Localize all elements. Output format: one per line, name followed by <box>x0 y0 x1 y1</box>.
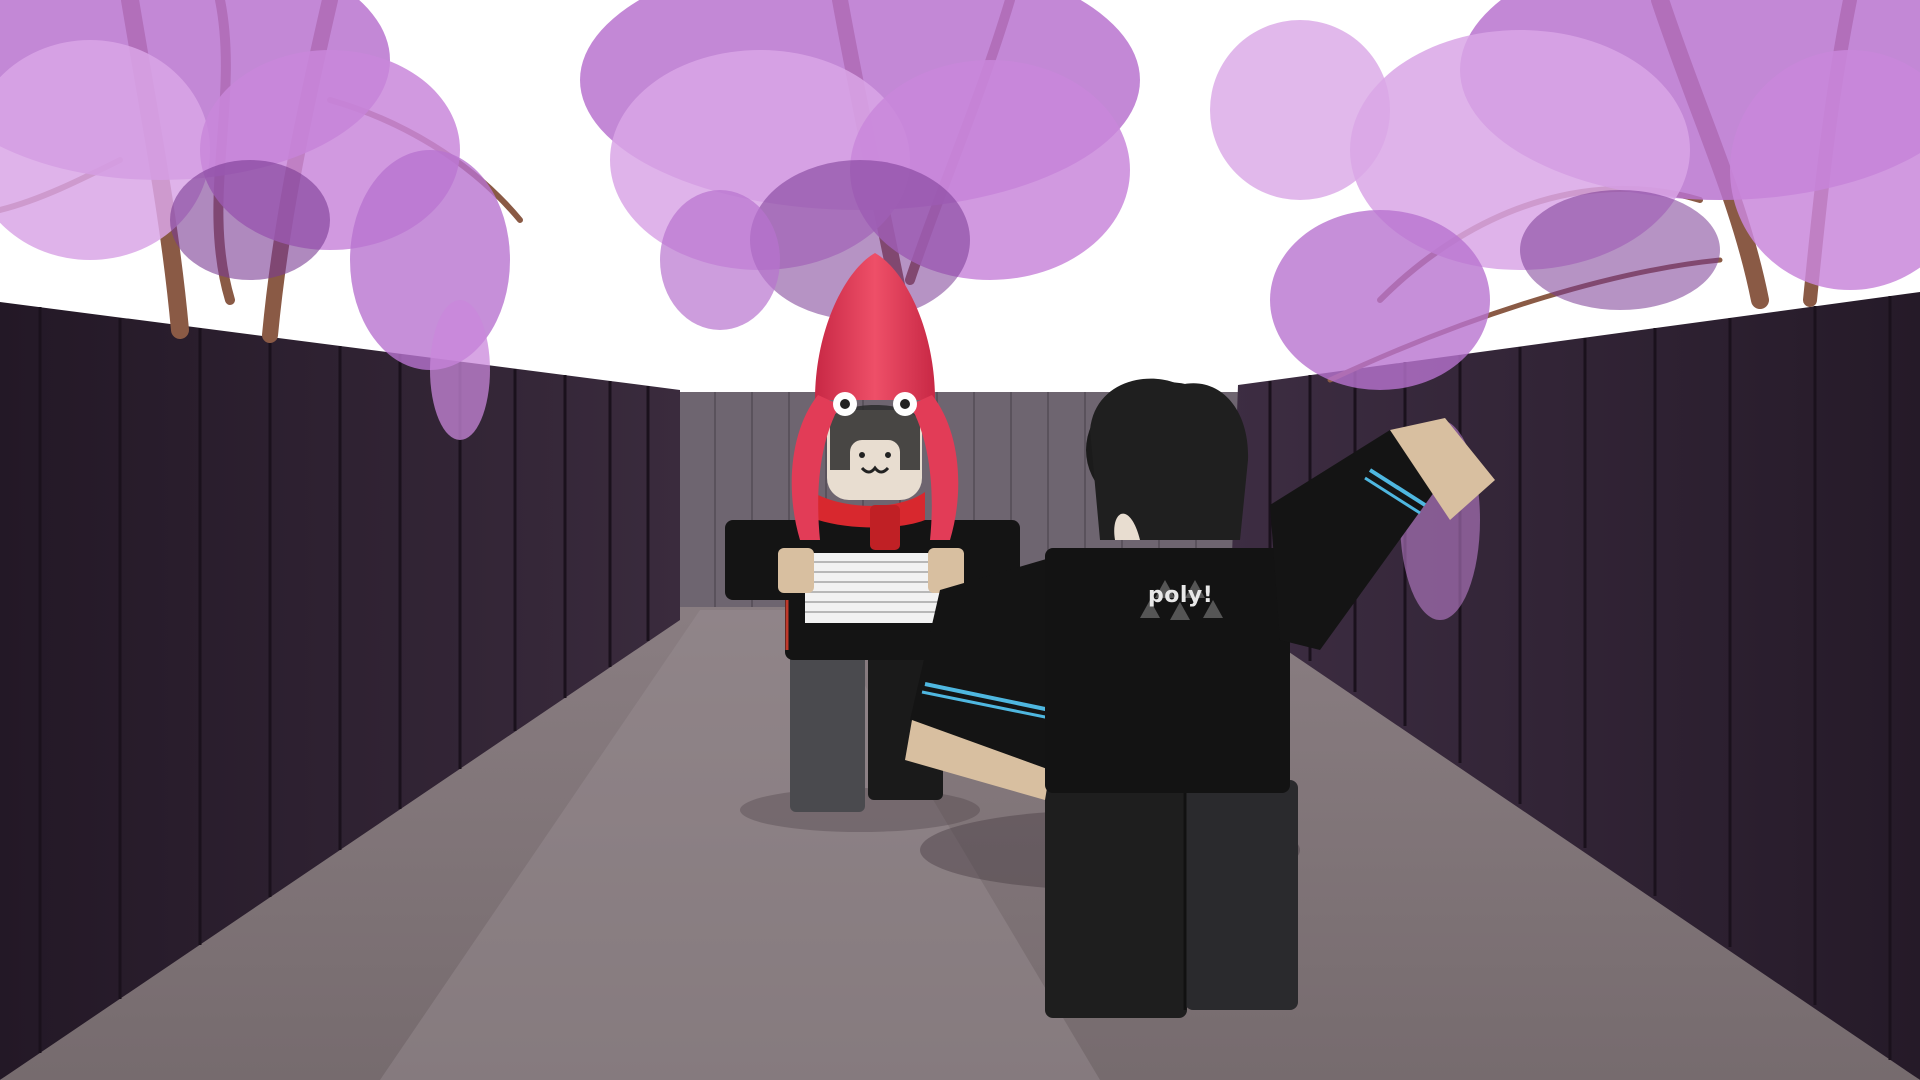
scene-render <box>0 0 1920 1080</box>
poly-avatar-left-leg <box>1045 780 1187 1018</box>
paper-stack-icon <box>805 553 940 623</box>
poly-avatar-right-leg <box>1185 780 1298 1010</box>
game-viewport[interactable]: poly! <box>0 0 1920 1080</box>
squid-avatar-left-leg <box>790 650 865 812</box>
shirt-logo-text: poly! <box>1148 583 1214 608</box>
